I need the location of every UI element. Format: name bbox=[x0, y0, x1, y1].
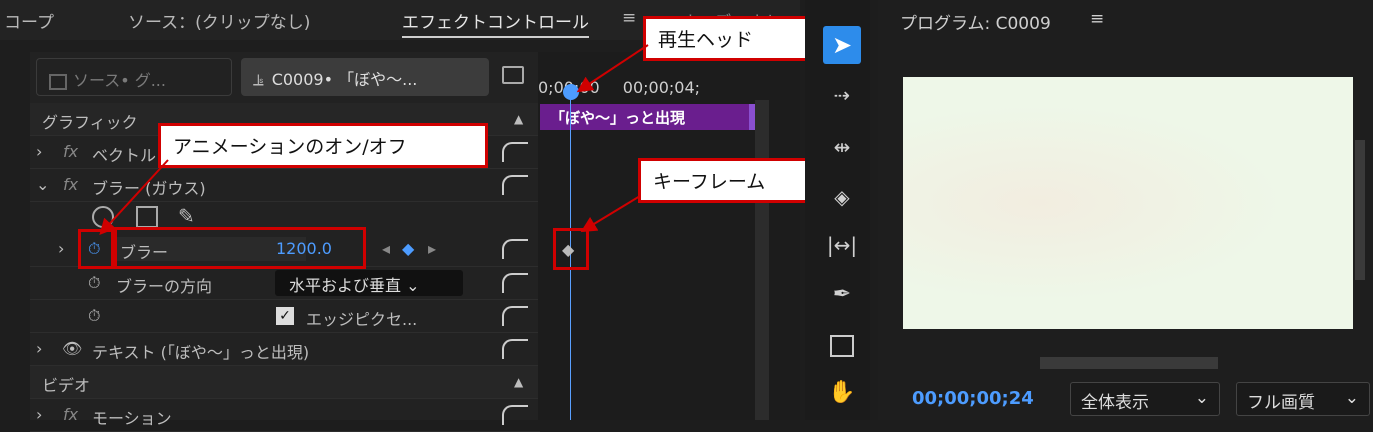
track-select-icon[interactable]: ⇢ bbox=[823, 76, 861, 114]
slip-icon[interactable]: |↔| bbox=[823, 226, 861, 264]
playhead-arrow bbox=[576, 44, 649, 93]
selection-icon[interactable]: ➤ bbox=[823, 26, 861, 64]
chevron-down-icon: ⌄ bbox=[1344, 388, 1359, 408]
chevron-down-icon: ⌄ bbox=[1194, 388, 1209, 408]
animation-arrow bbox=[99, 159, 169, 235]
ripple-edit-icon[interactable]: ⇹ bbox=[823, 128, 861, 166]
keyframe-arrow bbox=[580, 195, 641, 233]
program-menu-icon[interactable]: ≡ bbox=[1090, 9, 1104, 29]
monitor-scrollbar-v[interactable] bbox=[1355, 140, 1365, 280]
program-timecode[interactable]: 00;00;00;24 bbox=[912, 388, 1034, 409]
tools-panel: ➤ ⇢ ⇹ ◈ |↔| ✒ ✋ bbox=[805, 0, 870, 420]
zoom-select[interactable]: 全体表示 ⌄ bbox=[1070, 382, 1220, 416]
quality-select[interactable]: フル画質 ⌄ bbox=[1236, 382, 1370, 416]
hand-icon[interactable]: ✋ bbox=[823, 374, 861, 412]
razor-icon[interactable]: ◈ bbox=[823, 178, 861, 216]
pen-icon[interactable]: ✒ bbox=[823, 276, 861, 314]
quality-value: フル画質 bbox=[1247, 393, 1315, 413]
monitor-scrollbar-h[interactable] bbox=[1040, 357, 1218, 369]
program-title[interactable]: プログラム: C0009 bbox=[900, 9, 1051, 34]
zoom-value: 全体表示 bbox=[1081, 393, 1149, 413]
program-video-frame bbox=[903, 77, 1353, 329]
rectangle-icon[interactable] bbox=[823, 326, 861, 364]
